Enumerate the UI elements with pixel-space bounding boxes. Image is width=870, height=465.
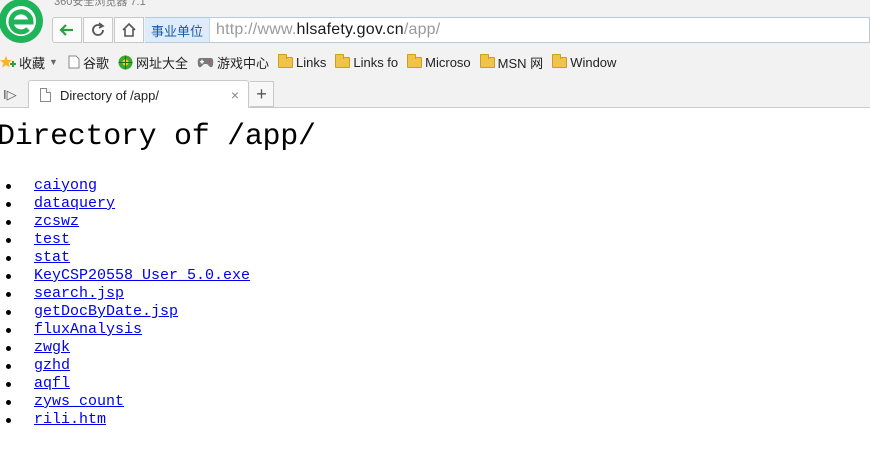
bookmark-label: Links bbox=[295, 54, 327, 70]
url-text[interactable]: http://www.hlsafety.gov.cn/app/ bbox=[216, 21, 440, 39]
folder-icon bbox=[552, 53, 568, 68]
file-link[interactable]: aqfl bbox=[34, 375, 70, 392]
bookmark-label: Window bbox=[570, 54, 617, 70]
list-item: dataquery bbox=[0, 195, 250, 213]
bookmark-folder[interactable]: Microso bbox=[407, 53, 471, 70]
bookmark-label: Links fo bbox=[353, 54, 399, 70]
page-content: Directory of /app/ caiyong dataquery zcs… bbox=[0, 108, 870, 465]
refresh-icon bbox=[92, 22, 105, 36]
home-button[interactable] bbox=[114, 17, 144, 43]
tab-directory-listing[interactable]: Directory of /app/ × bbox=[28, 80, 249, 109]
list-item: getDocByDate.jsp bbox=[0, 303, 250, 321]
bookmark-item[interactable]: 谷歌 bbox=[68, 53, 109, 72]
refresh-button[interactable] bbox=[83, 17, 113, 43]
file-link[interactable]: dataquery bbox=[34, 195, 115, 212]
gamepad-icon bbox=[197, 57, 214, 67]
back-arrow-icon bbox=[59, 24, 73, 36]
file-link[interactable]: zyws_count bbox=[34, 393, 124, 410]
bookmark-folder[interactable]: Links bbox=[277, 53, 327, 70]
url-path: /app/ bbox=[403, 21, 441, 38]
list-item: caiyong bbox=[0, 177, 250, 195]
bookmark-folder[interactable]: Window bbox=[552, 53, 617, 70]
tab-title: Directory of /app/ bbox=[60, 87, 159, 103]
list-item: aqfl bbox=[0, 375, 250, 393]
list-item: fluxAnalysis bbox=[0, 321, 250, 339]
folder-icon bbox=[335, 53, 351, 68]
file-link[interactable]: getDocByDate.jsp bbox=[34, 303, 178, 320]
url-prefix: http://www. bbox=[216, 21, 297, 38]
new-tab-button[interactable]: + bbox=[250, 81, 274, 107]
file-link[interactable]: gzhd bbox=[34, 357, 70, 374]
list-item: KeyCSP20558_User_5.0.exe bbox=[0, 267, 250, 285]
bookmark-label: 收藏 bbox=[19, 55, 46, 71]
file-link[interactable]: zwgk bbox=[34, 339, 70, 356]
list-item: rili.htm bbox=[0, 411, 250, 429]
list-item: zcswz bbox=[0, 213, 250, 231]
file-link[interactable]: rili.htm bbox=[34, 411, 106, 428]
bookmark-item[interactable]: 游戏中心 bbox=[197, 53, 269, 72]
folder-icon bbox=[407, 53, 423, 68]
page-icon bbox=[68, 55, 80, 69]
list-item: test bbox=[0, 231, 250, 249]
list-item: gzhd bbox=[0, 357, 250, 375]
page-icon bbox=[40, 88, 51, 102]
sidebar-toggle-icon[interactable]: I▷ bbox=[3, 87, 17, 103]
bookmark-label: 游戏中心 bbox=[216, 55, 269, 71]
list-item: search.jsp bbox=[0, 285, 250, 303]
url-domain: hlsafety.gov.cn bbox=[296, 21, 404, 38]
list-item: zyws_count bbox=[0, 393, 250, 411]
file-link[interactable]: stat bbox=[34, 249, 70, 266]
bookmark-folder[interactable]: Links fo bbox=[335, 53, 399, 70]
file-link[interactable]: KeyCSP20558_User_5.0.exe bbox=[34, 267, 250, 284]
address-bar[interactable]: 事业单位 http://www.hlsafety.gov.cn/app/ bbox=[145, 17, 870, 43]
app-title: 360安全浏览器 7.1 bbox=[54, 0, 146, 8]
close-icon[interactable]: × bbox=[231, 87, 239, 103]
bookmark-label: 网址大全 bbox=[135, 55, 188, 71]
bookmark-item[interactable]: 网址大全 bbox=[118, 53, 188, 72]
globe-icon bbox=[118, 55, 133, 69]
home-icon bbox=[122, 22, 136, 37]
file-list: caiyong dataquery zcswz test stat KeyCSP… bbox=[0, 177, 250, 429]
site-category-badge[interactable]: 事业单位 bbox=[145, 18, 211, 42]
bookmark-label: 谷歌 bbox=[82, 55, 109, 71]
list-item: zwgk bbox=[0, 339, 250, 357]
bookmark-label: Microso bbox=[425, 54, 471, 70]
file-link[interactable]: zcswz bbox=[34, 213, 79, 230]
file-link[interactable]: caiyong bbox=[34, 177, 97, 194]
folder-icon bbox=[479, 53, 495, 68]
browser-logo-icon[interactable] bbox=[0, 0, 46, 46]
tab-strip: I▷ Directory of /app/ × + bbox=[0, 80, 870, 109]
file-link[interactable]: test bbox=[34, 231, 70, 248]
bookmark-folder[interactable]: MSN 网 bbox=[479, 53, 544, 72]
list-item: stat bbox=[0, 249, 250, 267]
bookmark-label: MSN 网 bbox=[497, 55, 544, 71]
browser-chrome: 360安全浏览器 7.1 事业单位 http://www.hlsafety.go… bbox=[0, 0, 870, 109]
back-button[interactable] bbox=[52, 17, 82, 43]
bookmarks-bar: 收藏 ▼ 谷歌 网址大全 游戏中心 Links Links fo Microso… bbox=[0, 50, 870, 74]
file-link[interactable]: fluxAnalysis bbox=[34, 321, 142, 338]
file-link[interactable]: search.jsp bbox=[34, 285, 124, 302]
chevron-down-icon[interactable]: ▼ bbox=[49, 57, 58, 67]
star-add-icon bbox=[0, 56, 16, 68]
folder-icon bbox=[277, 53, 293, 68]
page-title: Directory of /app/ bbox=[0, 120, 316, 154]
bookmark-favorites[interactable]: 收藏 bbox=[0, 53, 45, 72]
